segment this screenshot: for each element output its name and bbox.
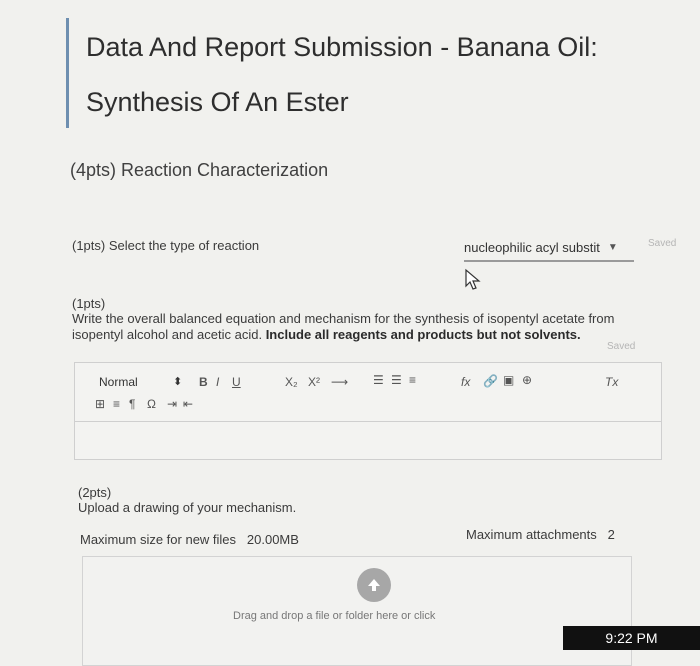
question3-text: Upload a drawing of your mechanism. xyxy=(78,500,297,515)
formula-button[interactable]: fx xyxy=(461,375,470,389)
superscript-button[interactable]: X² xyxy=(308,375,320,389)
question1-label: (1pts) Select the type of reaction xyxy=(72,238,260,253)
title-accent-bar xyxy=(66,18,69,128)
max-attachments-value: 2 xyxy=(607,527,615,542)
question3-points: (2pts) xyxy=(78,485,112,500)
page-title-line1: Data And Report Submission - Banana Oil: xyxy=(86,32,598,62)
page-title-line2: Synthesis Of An Ester xyxy=(86,87,349,117)
align-center-icon[interactable]: ☰ xyxy=(391,373,402,387)
max-file-size-label: Maximum size for new files xyxy=(80,532,237,547)
reaction-type-select[interactable]: nucleophilic acyl substit ▼ xyxy=(464,236,634,262)
dropdown-arrow-icon[interactable]: ▼ xyxy=(608,242,618,253)
max-attachments: Maximum attachments 2 xyxy=(466,527,615,542)
list-icon[interactable]: ≡ xyxy=(113,397,120,411)
text-direction-icon[interactable]: ¶ xyxy=(129,397,135,411)
mouse-cursor-icon xyxy=(465,268,481,290)
underline-button[interactable]: U xyxy=(232,375,241,389)
question2-text: Write the overall balanced equation and … xyxy=(72,311,632,343)
special-char-icon[interactable]: Ω xyxy=(147,397,156,411)
section-heading: (4pts) Reaction Characterization xyxy=(70,160,329,180)
editor-text-area[interactable] xyxy=(76,422,660,458)
max-file-size-value: 20.00MB xyxy=(246,532,299,547)
image-icon[interactable]: ▣ xyxy=(503,373,514,387)
upload-icon[interactable] xyxy=(357,568,391,602)
question2-points: (1pts) xyxy=(72,296,106,311)
arrow-button[interactable]: ⟶ xyxy=(331,375,348,389)
drag-drop-text: Drag and drop a file or folder here or c… xyxy=(233,610,436,622)
italic-button[interactable]: I xyxy=(216,375,219,389)
taskbar-clock: 9:22 PM xyxy=(563,626,700,650)
format-select-arrow-icon: ⬍ xyxy=(173,376,183,388)
question2-bold-instructions: Include all reagents and products but no… xyxy=(265,327,581,342)
align-justify-icon[interactable]: ≡ xyxy=(409,373,416,387)
bold-button[interactable]: B xyxy=(199,375,208,389)
max-attachments-label: Maximum attachments xyxy=(466,527,597,542)
link-icon[interactable]: 🔗 xyxy=(483,374,498,388)
format-select[interactable]: Normal ⬍ xyxy=(99,375,249,389)
max-file-size: Maximum size for new files 20.00MB xyxy=(80,532,299,547)
saved-indicator: Saved xyxy=(648,238,677,249)
clear-format-button[interactable]: Tx xyxy=(605,375,618,389)
table-icon[interactable]: ⊞ xyxy=(95,397,105,411)
align-left-icon[interactable]: ☰ xyxy=(373,373,384,387)
outdent-icon[interactable]: ⇤ xyxy=(183,397,193,411)
indent-icon[interactable]: ⇥ xyxy=(167,397,177,411)
rich-text-editor: Normal ⬍ B I U X₂ X² ⟶ ☰ ☰ ≡ fx 🔗 ▣ ⊕ Tx… xyxy=(74,362,662,460)
saved-indicator-2: Saved xyxy=(607,341,636,352)
subscript-button[interactable]: X₂ xyxy=(285,375,298,389)
embed-icon[interactable]: ⊕ xyxy=(522,373,532,387)
format-select-value: Normal xyxy=(99,375,138,389)
reaction-type-value: nucleophilic acyl substit xyxy=(464,239,600,255)
